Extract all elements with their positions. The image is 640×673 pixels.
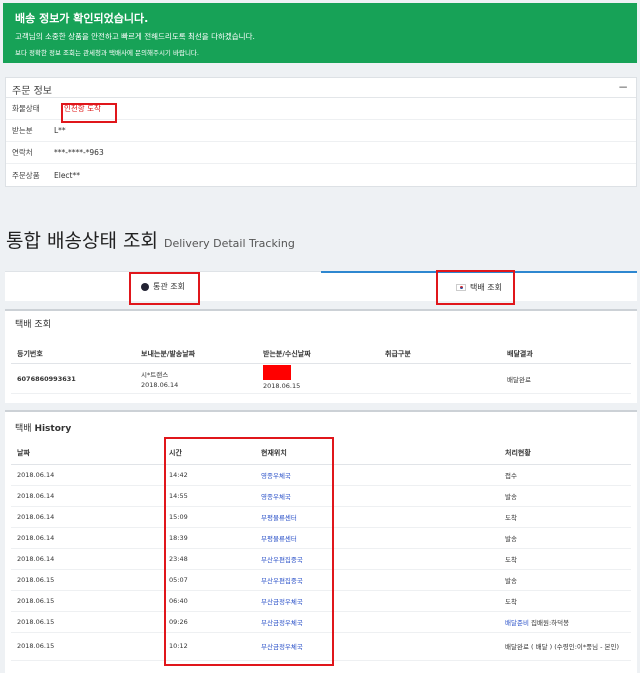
courier-table: 등기번호 보내는분/발송날짜 받는분/수신날짜 취급구분 배달결과 607686…	[11, 345, 631, 394]
history-status-cell: 도착	[499, 590, 631, 612]
status-text: 집배원:하덕봉	[531, 618, 570, 627]
history-date: 2018.06.14	[11, 506, 163, 528]
tracking-tabs: 통관 조회 택배 조회	[5, 271, 637, 301]
history-status-cell: 발송	[499, 527, 631, 549]
order-row-product: 주문상품 Elect**	[6, 164, 636, 186]
order-info-title: 주문 정보	[12, 86, 52, 97]
order-key: 연락처	[12, 148, 33, 157]
col-header: 등기번호	[11, 345, 135, 364]
history-status-cell: 도착	[499, 548, 631, 570]
history-date: 2018.06.15	[11, 611, 163, 633]
status-text: 도착	[505, 513, 517, 522]
status-text: 발송	[505, 534, 517, 543]
page-title: 통합 배송상태 조회 Delivery Detail Tracking	[6, 226, 295, 253]
history-date: 2018.06.14	[11, 464, 163, 486]
history-status-cell: 접수	[499, 464, 631, 486]
status-link[interactable]: 배달준비	[505, 619, 529, 627]
order-info-panel: 주문 정보 − 화물상태 인천항 도착 받는분 L** 연락처 ***-****…	[5, 77, 637, 187]
result-cell: 배달완료	[501, 363, 631, 394]
customs-tab-highlight	[129, 272, 200, 305]
col-header: 날짜	[11, 442, 163, 465]
col-header: 처리현황	[499, 442, 631, 465]
status-text: 발송	[505, 492, 517, 501]
history-time-location-highlight	[164, 437, 334, 666]
tracking-number: 6076860993631	[11, 363, 135, 394]
courier-panel-title: 택배 조회	[5, 309, 637, 331]
collapse-icon[interactable]: −	[618, 80, 628, 94]
col-header: 받는분/수신날짜	[257, 345, 379, 364]
order-key: 화물상태	[12, 104, 40, 113]
status-text: 도착	[505, 597, 517, 606]
history-date: 2018.06.14	[11, 527, 163, 549]
table-row: 6076860993631 시*트랜스 2018.06.14 2018.06.1…	[11, 363, 631, 394]
sender-name: 시*트랜스	[141, 370, 169, 379]
col-header: 배달결과	[501, 345, 631, 364]
history-date: 2018.06.15	[11, 632, 163, 661]
history-date: 2018.06.15	[11, 569, 163, 591]
success-alert: 배송 정보가 확인되었습니다. 고객님의 소중한 상품을 안전하고 빠르게 전해…	[3, 3, 637, 63]
product-value: Elect**	[54, 170, 81, 180]
history-panel-title: 택배 History	[5, 410, 637, 438]
order-key: 받는분	[12, 126, 33, 135]
history-status-cell: 배달완료 ( 배달 ) (수령인:이*풍님 - 본인)	[499, 632, 631, 661]
recipient-value: L**	[54, 126, 66, 135]
history-status-cell: 발송	[499, 569, 631, 591]
courier-table-header: 등기번호 보내는분/발송날짜 받는분/수신날짜 취급구분 배달결과	[11, 345, 631, 364]
col-header: 보내는분/발송날짜	[135, 345, 257, 364]
history-status-cell: 발송	[499, 485, 631, 507]
handling-cell	[379, 363, 501, 394]
courier-panel: 택배 조회 등기번호 보내는분/발송날짜 받는분/수신날짜 취급구분 배달결과 …	[5, 309, 637, 403]
send-date: 2018.06.14	[141, 380, 179, 389]
phone-value: ***-****-*963	[54, 148, 104, 157]
history-title-bold: History	[34, 424, 72, 434]
receiver-redacted	[263, 364, 291, 380]
order-row-phone: 연락처 ***-****-*963	[6, 142, 636, 164]
alert-note: 보다 정확한 정보 조회는 관세청과 택배사에 문의해주시기 바랍니다.	[15, 49, 199, 57]
status-text: 도착	[505, 555, 517, 564]
receiver-cell: 2018.06.15	[257, 363, 379, 394]
order-key: 주문상품	[12, 170, 40, 180]
history-title-prefix: 택배	[15, 424, 32, 434]
history-date: 2018.06.14	[11, 548, 163, 570]
status-text: 발송	[505, 576, 517, 585]
sender-cell: 시*트랜스 2018.06.14	[135, 363, 257, 394]
status-text: 접수	[505, 471, 517, 480]
page-title-main: 통합 배송상태 조회	[6, 230, 158, 252]
status-highlight-box	[61, 103, 117, 123]
history-status-cell: 배달준비 집배원:하덕봉	[499, 611, 631, 633]
status-text: 배달완료 ( 배달 ) (수령인:이*풍님 - 본인)	[505, 643, 620, 651]
alert-title: 배송 정보가 확인되었습니다.	[15, 12, 149, 25]
history-date: 2018.06.14	[11, 485, 163, 507]
alert-message: 고객님의 소중한 상품을 안전하고 빠르게 전해드리도록 최선을 다하겠습니다.	[15, 32, 255, 41]
page-title-sub: Delivery Detail Tracking	[163, 237, 295, 250]
receive-date: 2018.06.15	[263, 381, 301, 390]
history-status-cell: 도착	[499, 506, 631, 528]
order-row-recipient: 받는분 L**	[6, 120, 636, 142]
col-header: 취급구분	[379, 345, 501, 364]
order-info-header: 주문 정보 −	[6, 78, 636, 98]
courier-tab-highlight	[436, 270, 515, 305]
history-date: 2018.06.15	[11, 590, 163, 612]
